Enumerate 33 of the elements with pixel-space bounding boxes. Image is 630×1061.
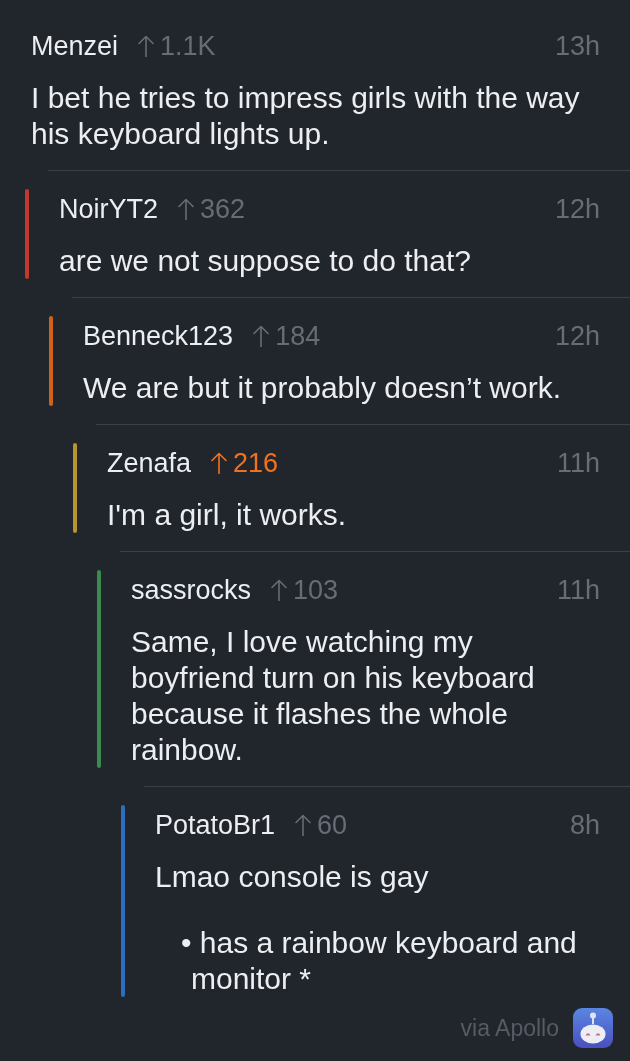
username: NoirYT2 [59, 193, 159, 225]
comment-text: I'm a girl, it works. [107, 497, 348, 533]
username: Benneck123 [83, 320, 234, 352]
timestamp: 13h [554, 30, 600, 62]
up-arrow-icon [138, 35, 155, 57]
comment-text: Same, I love watching my boyfriend turn on his keyboard because it flashes the whole rainbow. [131, 624, 536, 768]
timestamp: 11h [556, 447, 600, 479]
comment-text: are we not suppose to do that? [59, 243, 472, 279]
score: 60 [317, 809, 348, 841]
comment-text: We are but it probably doesn’t work. [83, 370, 563, 406]
timestamp: 12h [554, 320, 600, 352]
up-arrow-icon [178, 198, 195, 220]
score: 362 [200, 193, 246, 225]
score: 184 [275, 320, 321, 352]
robot-icon [573, 1008, 613, 1048]
score: 103 [293, 574, 339, 606]
username: sassrocks [131, 574, 252, 606]
up-arrow-icon [271, 579, 288, 601]
score: 1.1K [160, 30, 216, 62]
timestamp: 12h [554, 193, 600, 225]
timestamp: 8h [569, 809, 600, 841]
score: 216 [233, 447, 279, 479]
username: Menzei [31, 30, 119, 62]
timestamp: 11h [556, 574, 600, 606]
comment-text: I bet he tries to impress girls with the way his keyboard lights up. [31, 80, 581, 152]
list-item-text: • has a rainbow keyboard and monitor * [180, 925, 578, 997]
up-arrow-icon [253, 325, 270, 347]
up-arrow-icon [211, 452, 228, 474]
username: Zenafa [107, 447, 192, 479]
via-app-label: via Apollo [460, 1014, 559, 1042]
username: PotatoBr1 [155, 809, 276, 841]
comment-text: Lmao console is gay [155, 859, 430, 895]
up-arrow-icon [295, 814, 312, 836]
